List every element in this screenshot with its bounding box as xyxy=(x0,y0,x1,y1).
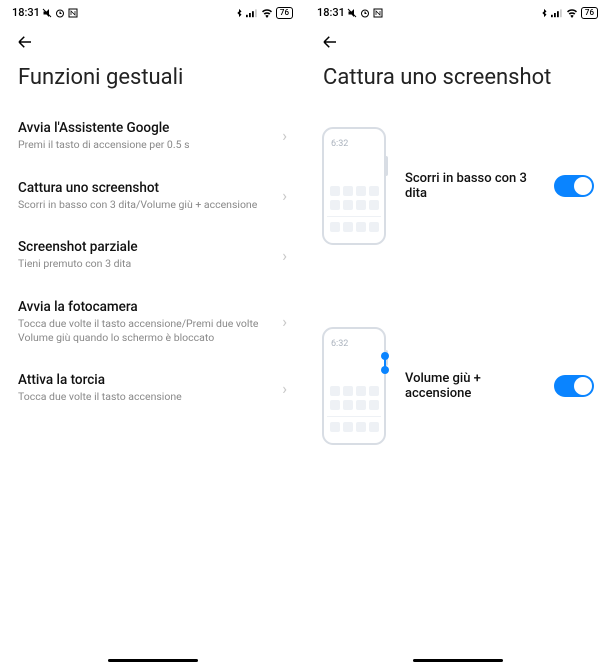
alarm-icon xyxy=(359,7,371,19)
item-title: Cattura uno screenshot xyxy=(18,180,272,196)
gestures-list: Avvia l'Assistente Google Premi il tasto… xyxy=(0,106,305,418)
home-indicator[interactable] xyxy=(413,659,503,662)
status-time: 18:31 xyxy=(317,6,345,19)
status-right: 76 xyxy=(539,7,598,19)
svg-text:6:32: 6:32 xyxy=(331,139,348,149)
item-title: Avvia l'Assistente Google xyxy=(18,120,272,136)
item-sub: Premi il tasto di accensione per 0.5 s xyxy=(18,138,272,152)
chevron-right-icon: › xyxy=(282,126,287,145)
battery-level: 76 xyxy=(276,7,293,19)
back-button[interactable] xyxy=(319,33,341,54)
item-sub: Tieni premuto con 3 dita xyxy=(18,257,272,271)
signal-icon xyxy=(551,8,563,18)
toggle-swipe[interactable] xyxy=(554,175,594,197)
toggle-buttons[interactable] xyxy=(554,375,594,397)
option-label: Scorri in basso con 3 dita xyxy=(405,171,540,201)
panel-screenshot-settings: 18:31 76 Cattura uno screenshot 6:32 xyxy=(305,0,610,670)
status-right: 76 xyxy=(234,7,293,19)
panel-gestures: 18:31 76 Funzioni gestuali Avvia l'Assis… xyxy=(0,0,305,670)
item-title: Avvia la fotocamera xyxy=(18,299,272,315)
chevron-right-icon: › xyxy=(282,186,287,205)
nfc-icon xyxy=(372,7,384,19)
page-title: Cattura uno screenshot xyxy=(305,59,610,106)
alarm-icon xyxy=(54,7,66,19)
item-assistant[interactable]: Avvia l'Assistente Google Premi il tasto… xyxy=(18,106,287,166)
item-title: Screenshot parziale xyxy=(18,239,272,255)
item-sub: Tocca due volte il tasto accensione xyxy=(18,390,272,404)
status-time: 18:31 xyxy=(12,6,40,19)
chevron-right-icon: › xyxy=(282,379,287,398)
item-title: Attiva la torcia xyxy=(18,372,272,388)
phone-illustration-buttons: 6:32 xyxy=(321,326,391,446)
option-swipe-3-fingers: 6:32 Scorri in basso con 3 dita xyxy=(305,106,610,306)
home-indicator[interactable] xyxy=(108,659,198,662)
mute-icon xyxy=(346,7,358,19)
chevron-right-icon: › xyxy=(282,312,287,331)
bluetooth-icon xyxy=(234,7,244,19)
nfc-icon xyxy=(67,7,79,19)
mute-icon xyxy=(41,7,53,19)
chevron-right-icon: › xyxy=(282,246,287,265)
wifi-icon xyxy=(565,8,579,18)
page-title: Funzioni gestuali xyxy=(0,59,305,106)
back-button[interactable] xyxy=(14,33,36,54)
statusbar: 18:31 76 xyxy=(305,0,610,23)
item-partial-screenshot[interactable]: Screenshot parziale Tieni premuto con 3 … xyxy=(18,225,287,285)
item-torch[interactable]: Attiva la torcia Tocca due volte il tast… xyxy=(18,358,287,418)
signal-icon xyxy=(246,8,258,18)
item-sub: Tocca due volte il tasto accensione/Prem… xyxy=(18,317,272,344)
item-screenshot[interactable]: Cattura uno screenshot Scorri in basso c… xyxy=(18,166,287,226)
option-volume-power: 6:32 Volume giù + accensione xyxy=(305,306,610,506)
phone-illustration-swipe: 6:32 xyxy=(321,126,391,246)
option-label: Volume giù + accensione xyxy=(405,371,540,401)
item-camera[interactable]: Avvia la fotocamera Tocca due volte il t… xyxy=(18,285,287,358)
bluetooth-icon xyxy=(539,7,549,19)
battery-level: 76 xyxy=(581,7,598,19)
svg-text:6:32: 6:32 xyxy=(331,339,348,349)
statusbar: 18:31 76 xyxy=(0,0,305,23)
wifi-icon xyxy=(260,8,274,18)
item-sub: Scorri in basso con 3 dita/Volume giù + … xyxy=(18,198,272,212)
